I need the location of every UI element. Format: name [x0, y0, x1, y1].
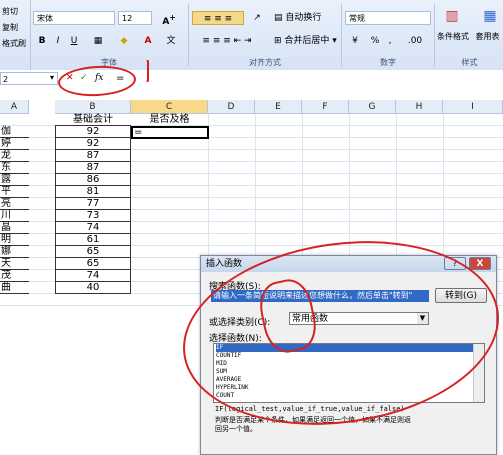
divider [434, 4, 435, 66]
annotation-mark [146, 60, 149, 82]
copy-button[interactable]: 复制 [2, 22, 18, 33]
column-header-i[interactable]: I [443, 100, 503, 114]
alignment-group-label: 对齐方式 [249, 58, 281, 67]
cell-b-score[interactable]: 92 [55, 126, 131, 138]
merge-center-label: 合并后居中 [284, 36, 330, 46]
cell-b-score[interactable]: 65 [55, 246, 131, 258]
merge-center-button[interactable]: ⊞ 合并后居中 ▾ [274, 34, 340, 48]
table-format-icon[interactable]: ▦ [480, 6, 500, 26]
cell-b-score[interactable]: 77 [55, 198, 131, 210]
font-size-select[interactable]: 12 [118, 11, 152, 25]
divider [188, 4, 189, 66]
cell-b-score[interactable]: 65 [55, 258, 131, 270]
chevron-down-icon[interactable]: ▾ [50, 73, 54, 82]
decimal-icon[interactable]: .00 [400, 34, 430, 48]
orientation-icon[interactable]: ↗ [248, 11, 266, 25]
column-header-d[interactable]: D [208, 100, 255, 114]
cell-b-score[interactable]: 74 [55, 270, 131, 282]
ribbon: 剪切 复制 格式刷 宋体 12 A+ B I U ▦ ◆ A 文 字体 ≡ ≡ … [0, 0, 503, 71]
cell-a-name[interactable]: 茂 [0, 270, 29, 282]
underline-button[interactable]: U [68, 34, 80, 48]
font-name-select[interactable]: 宋体 [33, 11, 115, 25]
table-format-button[interactable]: 套用表格格式 [472, 30, 503, 44]
bold-button[interactable]: B [36, 34, 48, 48]
cell-a-name[interactable]: 晶 [0, 222, 29, 234]
cell-a-name[interactable]: 龙 [0, 150, 29, 162]
comma-button[interactable]: , [385, 34, 395, 48]
wrap-text-button[interactable]: ▤ 自动换行 [274, 11, 334, 25]
align-buttons[interactable]: ≡ ≡ ≡ ⇤ ⇥ [192, 34, 262, 48]
wrap-text-icon: ▤ [274, 13, 283, 23]
cell-b-score[interactable]: 86 [55, 174, 131, 186]
currency-icon[interactable]: ¥ [345, 34, 365, 48]
cell-b-score[interactable]: 40 [55, 282, 131, 294]
italic-button[interactable]: I [52, 34, 64, 48]
cell-b-score[interactable]: 61 [55, 234, 131, 246]
conditional-format-button[interactable]: 条件格式 [436, 30, 470, 44]
number-group-label: 数字 [380, 58, 396, 67]
phonetic-icon[interactable]: 文 [162, 34, 180, 48]
cell-a-name[interactable]: 娜 [0, 246, 29, 258]
clipboard-group: 剪切 复制 格式刷 [0, 0, 31, 70]
cell-a-name[interactable]: 平 [0, 186, 29, 198]
cell-b-score[interactable]: 81 [55, 186, 131, 198]
cell-a-name[interactable]: 明 [0, 234, 29, 246]
cell-a-name[interactable]: 东 [0, 162, 29, 174]
active-cell[interactable]: = [131, 126, 209, 139]
cell-b-score[interactable]: 74 [55, 222, 131, 234]
styles-group-label: 样式 [461, 58, 478, 67]
border-icon[interactable]: ▦ [88, 34, 108, 48]
cell-b-score[interactable]: 92 [55, 138, 131, 150]
cell-a-name[interactable]: 伽 [0, 126, 29, 138]
font-color-button[interactable]: A [140, 34, 156, 48]
cell-b-score[interactable]: 73 [55, 210, 131, 222]
align-top-icon[interactable]: ≡ ≡ ≡ [192, 11, 244, 25]
cell-a-name[interactable]: 亮 [0, 198, 29, 210]
grow-font-button[interactable]: A+ [156, 11, 182, 27]
cell-a-name[interactable]: 天 [0, 258, 29, 270]
cut-button[interactable]: 剪切 [2, 6, 18, 17]
cell-a-name[interactable]: 婷 [0, 138, 29, 150]
cell-b-score[interactable]: 87 [55, 162, 131, 174]
cell-b-header[interactable]: 基础会计 [55, 114, 131, 126]
merge-icon: ⊞ [274, 36, 282, 46]
divider [341, 4, 342, 66]
column-header-f[interactable]: F [302, 100, 349, 114]
wrap-text-label: 自动换行 [285, 13, 322, 23]
conditional-format-icon[interactable]: ▥ [442, 6, 462, 26]
cell-a-name[interactable]: 露 [0, 174, 29, 186]
column-header-e[interactable]: E [255, 100, 302, 114]
fill-color-icon[interactable]: ◆ [114, 34, 134, 48]
column-header-a[interactable]: A [0, 100, 29, 114]
format-painter-button[interactable]: 格式刷 [2, 38, 26, 49]
close-button[interactable]: X [469, 257, 491, 270]
cell-a-name[interactable]: 川 [0, 210, 29, 222]
cell-a-name[interactable]: 曲 [0, 282, 29, 294]
cell-c-header[interactable]: 是否及格 [131, 114, 208, 126]
number-format-select[interactable]: 常规 [345, 11, 431, 25]
column-header-h[interactable]: H [396, 100, 443, 114]
column-header-g[interactable]: G [349, 100, 396, 114]
cell-b-score[interactable]: 87 [55, 150, 131, 162]
percent-button[interactable]: % [369, 34, 381, 48]
column-header-c[interactable]: C [131, 100, 208, 114]
column-header-b[interactable]: B [55, 100, 131, 114]
